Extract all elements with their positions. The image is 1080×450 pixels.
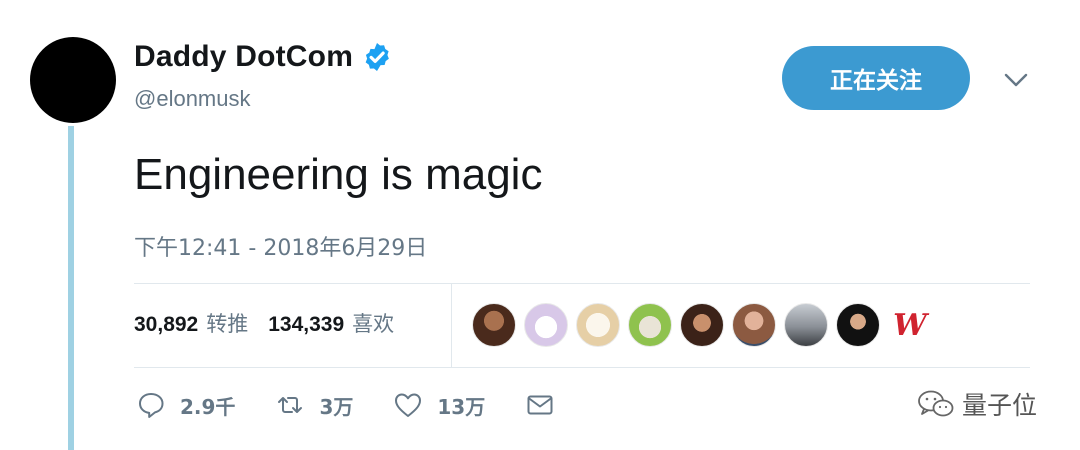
- divider: [134, 283, 1030, 284]
- handle[interactable]: @elonmusk: [134, 86, 251, 112]
- like-action[interactable]: 13万: [393, 390, 485, 420]
- like-icon: [395, 393, 422, 417]
- liker-avatar[interactable]: [784, 303, 828, 347]
- liker-avatar[interactable]: [524, 303, 568, 347]
- following-button[interactable]: 正在关注: [782, 46, 970, 110]
- like-stat-label: 喜欢: [352, 312, 395, 336]
- engagement-stats: 30,892 转推 134,339 喜欢: [134, 308, 394, 338]
- like-stat-count: 134,339: [268, 313, 345, 336]
- liker-avatar[interactable]: [680, 303, 724, 347]
- divider: [134, 367, 1030, 368]
- watermark-text: 量子位: [962, 391, 1038, 420]
- likers-avatars: W: [472, 303, 932, 347]
- tweet-actions: 2.9千 3万 13万: [136, 390, 595, 420]
- liker-avatar[interactable]: [472, 303, 516, 347]
- watermark: 量子位: [916, 386, 1037, 422]
- reply-icon: [139, 393, 164, 418]
- direct-message-icon: [527, 395, 553, 415]
- chevron-down-icon[interactable]: [1002, 68, 1030, 92]
- retweet-stat-count: 30,892: [134, 313, 199, 336]
- direct-message-action[interactable]: [525, 390, 555, 420]
- liker-avatar[interactable]: [576, 303, 620, 347]
- like-count: 13万: [437, 394, 486, 419]
- like-stat[interactable]: 134,339 喜欢: [268, 308, 394, 338]
- liker-avatar[interactable]: [836, 303, 880, 347]
- tweet-text: Engineering is magic: [134, 150, 543, 199]
- thread-line: [68, 126, 74, 450]
- retweet-stat[interactable]: 30,892 转推: [134, 308, 248, 338]
- verified-badge-icon: [365, 43, 389, 71]
- stats-divider: [451, 283, 452, 367]
- reply-count: 2.9千: [180, 394, 236, 419]
- retweet-action[interactable]: 3万: [275, 390, 353, 420]
- wechat-icon: [918, 390, 954, 417]
- avatar[interactable]: [30, 37, 116, 123]
- retweet-stat-label: 转推: [206, 312, 249, 336]
- retweet-icon: [278, 397, 303, 413]
- reply-action[interactable]: 2.9千: [136, 390, 235, 420]
- author-name-row: Daddy DotCom: [134, 40, 393, 74]
- retweet-count: 3万: [319, 394, 354, 419]
- liker-avatar-w[interactable]: W: [888, 303, 932, 347]
- tweet-timestamp[interactable]: 下午12:41 - 2018年6月29日: [134, 230, 427, 262]
- liker-avatar[interactable]: [732, 303, 776, 347]
- display-name[interactable]: Daddy DotCom: [134, 40, 353, 74]
- liker-avatar[interactable]: [628, 303, 672, 347]
